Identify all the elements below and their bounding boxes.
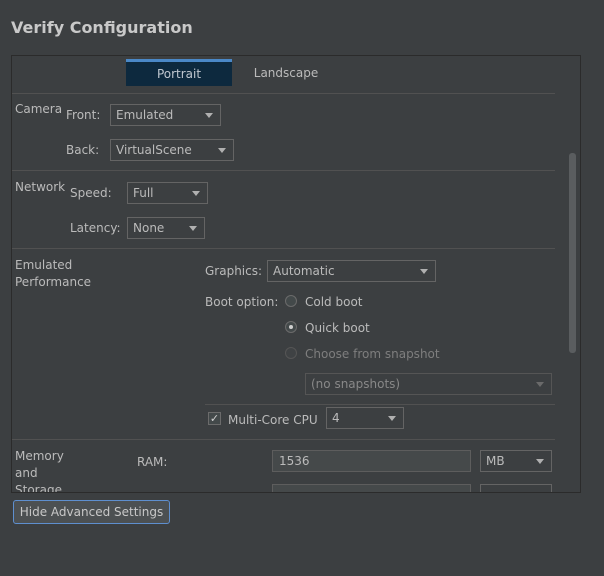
network-latency-dropdown[interactable]: None	[127, 217, 205, 239]
network-latency-value: None	[133, 221, 165, 235]
ram-unit-dropdown[interactable]: MB	[480, 450, 552, 472]
snapshot-boot-radio[interactable]	[285, 347, 297, 359]
tab-portrait[interactable]: Portrait	[126, 59, 232, 86]
memory-section-label-line3: Storage	[15, 483, 62, 493]
tab-landscape[interactable]: Landscape	[242, 60, 330, 87]
chevron-down-icon	[388, 416, 396, 421]
vm-heap-input[interactable]	[272, 484, 471, 492]
divider	[12, 439, 555, 440]
divider	[12, 170, 555, 171]
cold-boot-label[interactable]: Cold boot	[305, 295, 363, 309]
graphics-label: Graphics:	[205, 264, 263, 278]
snapshot-boot-label[interactable]: Choose from snapshot	[305, 347, 440, 361]
vertical-scrollbar[interactable]	[569, 153, 576, 353]
multicore-checkbox[interactable]: ✓	[208, 412, 221, 425]
snapshot-value: (no snapshots)	[311, 377, 401, 391]
network-section-label: Network	[15, 180, 66, 194]
camera-front-dropdown[interactable]: Emulated	[110, 104, 221, 126]
multicore-dropdown[interactable]: 4	[326, 407, 404, 429]
hide-advanced-settings-button[interactable]: Hide Advanced Settings	[13, 500, 170, 524]
divider	[12, 93, 555, 94]
chevron-down-icon	[420, 269, 428, 274]
network-speed-dropdown[interactable]: Full	[127, 182, 208, 204]
camera-front-value: Emulated	[116, 108, 174, 122]
ram-label: RAM:	[137, 455, 168, 469]
vm-heap-unit-dropdown[interactable]	[480, 484, 552, 492]
camera-section-label: Camera	[15, 102, 63, 116]
chevron-down-icon	[536, 382, 544, 387]
chevron-down-icon	[192, 191, 200, 196]
quick-boot-radio[interactable]	[285, 321, 297, 333]
graphics-dropdown[interactable]: Automatic	[267, 260, 436, 282]
memory-section-label-line1: Memory	[15, 449, 64, 463]
divider	[205, 404, 555, 405]
camera-back-value: VirtualScene	[116, 143, 192, 157]
graphics-value: Automatic	[273, 264, 335, 278]
page-title: Verify Configuration	[11, 18, 193, 37]
boot-option-label: Boot option:	[205, 295, 279, 309]
multicore-value: 4	[332, 411, 340, 425]
snapshot-dropdown[interactable]: (no snapshots)	[305, 373, 552, 395]
settings-panel: Portrait Landscape Camera Front: Emulate…	[11, 55, 581, 493]
quick-boot-label[interactable]: Quick boot	[305, 321, 370, 335]
ram-input[interactable]: 1536	[272, 450, 471, 472]
camera-back-label: Back:	[66, 143, 100, 157]
network-latency-label: Latency:	[70, 221, 121, 235]
performance-section-label-line1: Emulated	[15, 258, 73, 272]
chevron-down-icon	[205, 113, 213, 118]
camera-front-label: Front:	[66, 108, 101, 122]
camera-back-dropdown[interactable]: VirtualScene	[110, 139, 234, 161]
network-speed-value: Full	[133, 186, 154, 200]
multicore-label[interactable]: Multi-Core CPU	[228, 413, 318, 427]
cold-boot-radio[interactable]	[285, 295, 297, 307]
chevron-down-icon	[536, 459, 544, 464]
performance-section-label-line2: Performance	[15, 275, 92, 289]
chevron-down-icon	[189, 226, 197, 231]
ram-unit-value: MB	[486, 454, 505, 468]
network-speed-label: Speed:	[70, 186, 112, 200]
divider	[12, 248, 555, 249]
memory-section-label-line2: and	[15, 466, 38, 480]
chevron-down-icon	[218, 148, 226, 153]
